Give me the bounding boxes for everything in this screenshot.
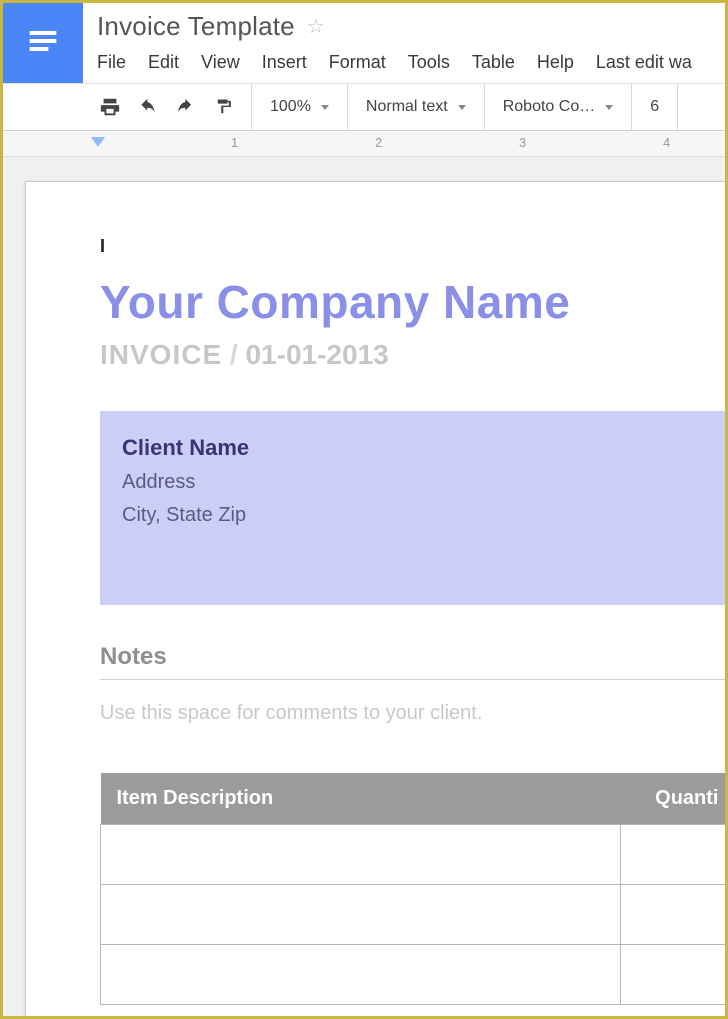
notes-divider: [100, 679, 725, 680]
paragraph-style-value: Normal text: [366, 98, 448, 116]
paint-format-icon[interactable]: [213, 96, 235, 118]
font-family-value: Roboto Co…: [503, 98, 596, 116]
zoom-value: 100%: [270, 98, 311, 116]
menu-file[interactable]: File: [97, 52, 126, 73]
last-edit-label[interactable]: Last edit wa: [596, 52, 692, 73]
notes-heading[interactable]: Notes: [100, 643, 725, 671]
ruler-tick: 1: [231, 135, 238, 150]
paragraph-style-dropdown[interactable]: Normal text: [348, 84, 484, 130]
title-area: Invoice Template ☆ File Edit View Insert…: [83, 3, 725, 83]
document-title[interactable]: Invoice Template: [97, 11, 295, 42]
notes-placeholder[interactable]: Use this space for comments to your clie…: [100, 702, 725, 725]
table-row[interactable]: [101, 945, 726, 1005]
menu-help[interactable]: Help: [537, 52, 574, 73]
print-icon[interactable]: [99, 96, 121, 118]
client-city-state-zip[interactable]: City, State Zip: [122, 504, 713, 527]
toolbar: 100% Normal text Roboto Co… 6: [3, 83, 725, 131]
horizontal-ruler[interactable]: 1 2 3 4: [3, 131, 725, 157]
menu-table[interactable]: Table: [472, 52, 515, 73]
ruler-tick: 3: [519, 135, 526, 150]
line-items-table[interactable]: Item Description Quanti: [100, 773, 725, 1005]
invoice-heading[interactable]: INVOICE / 01-01-2013: [100, 339, 725, 371]
undo-icon[interactable]: [137, 96, 159, 118]
col-quantity: Quanti: [621, 773, 726, 825]
left-indent-handle[interactable]: [91, 137, 105, 147]
docs-icon: [23, 27, 63, 59]
ruler-tick: 2: [375, 135, 382, 150]
menu-edit[interactable]: Edit: [148, 52, 179, 73]
menu-view[interactable]: View: [201, 52, 240, 73]
font-size-value: 6: [650, 98, 659, 116]
chevron-down-icon: [605, 105, 613, 110]
company-name[interactable]: Your Company Name: [100, 275, 725, 329]
menu-format[interactable]: Format: [329, 52, 386, 73]
star-icon[interactable]: ☆: [307, 14, 325, 39]
ruler-tick: 4: [663, 135, 670, 150]
page[interactable]: I Your Company Name INVOICE / 01-01-2013…: [25, 181, 725, 1016]
font-size-dropdown[interactable]: 6: [632, 84, 677, 130]
menu-tools[interactable]: Tools: [408, 52, 450, 73]
menu-bar: File Edit View Insert Format Tools Table…: [97, 52, 715, 73]
client-name[interactable]: Client Name: [122, 435, 713, 461]
invoice-date: 01-01-2013: [245, 339, 388, 370]
client-info-box[interactable]: Client Name Address City, State Zip: [100, 411, 725, 605]
invoice-separator: /: [230, 339, 238, 370]
document-canvas[interactable]: I Your Company Name INVOICE / 01-01-2013…: [3, 157, 725, 1016]
window-frame: Invoice Template ☆ File Edit View Insert…: [0, 0, 728, 1019]
redo-icon[interactable]: [175, 96, 197, 118]
text-cursor: I: [100, 236, 725, 257]
table-header-row: Item Description Quanti: [101, 773, 726, 825]
font-family-dropdown[interactable]: Roboto Co…: [485, 84, 632, 130]
menu-insert[interactable]: Insert: [262, 52, 307, 73]
invoice-label: INVOICE: [100, 339, 222, 370]
title-bar: Invoice Template ☆ File Edit View Insert…: [3, 3, 725, 83]
table-row[interactable]: [101, 885, 726, 945]
client-address[interactable]: Address: [122, 471, 713, 494]
chevron-down-icon: [321, 105, 329, 110]
chevron-down-icon: [458, 105, 466, 110]
table-row[interactable]: [101, 825, 726, 885]
docs-home-button[interactable]: [3, 3, 83, 83]
col-item-description: Item Description: [101, 773, 621, 825]
zoom-dropdown[interactable]: 100%: [252, 84, 347, 130]
